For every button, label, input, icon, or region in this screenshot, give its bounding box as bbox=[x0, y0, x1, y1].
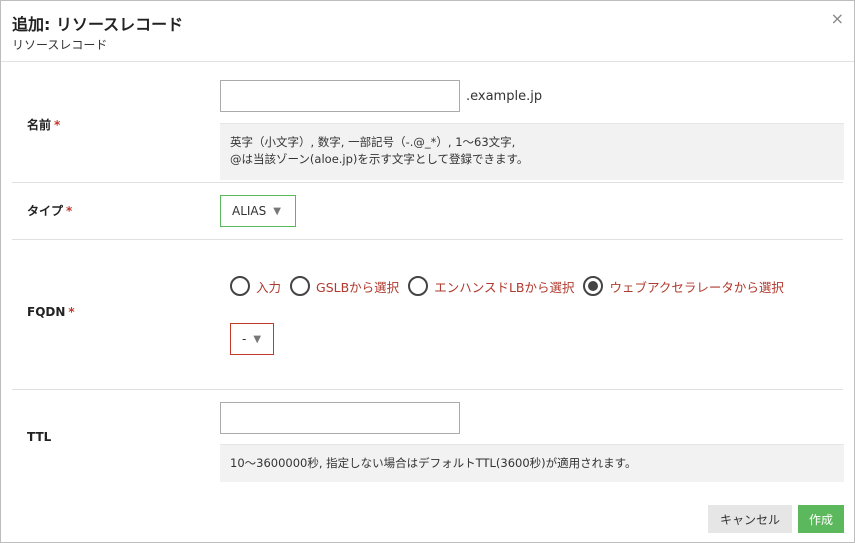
radio-label: 入力 bbox=[256, 279, 282, 295]
type-select-value: ALIAS bbox=[232, 204, 267, 218]
radio-enhanced-lb[interactable]: エンハンスドLBから選択 bbox=[408, 276, 574, 296]
radio-circle-icon bbox=[408, 276, 429, 296]
name-help: 英字（小文字）, 数字, 一部記号（-.@_*）, 1～63文字, @は当該ゾー… bbox=[220, 123, 844, 180]
name-label-text: 名前 bbox=[27, 118, 52, 132]
dialog-subtitle: リソースレコード bbox=[12, 38, 108, 52]
fqdn-label-text: FQDN bbox=[27, 305, 66, 319]
radio-checked-icon bbox=[583, 276, 604, 296]
close-icon[interactable]: × bbox=[831, 10, 844, 28]
type-label-text: タイプ bbox=[27, 204, 64, 218]
type-label: タイプ * bbox=[27, 202, 72, 219]
chevron-down-icon: ▼ bbox=[253, 333, 262, 345]
radio-gslb[interactable]: GSLBから選択 bbox=[290, 276, 399, 296]
domain-suffix: .example.jp bbox=[466, 89, 543, 104]
fqdn-label: FQDN * bbox=[27, 305, 75, 319]
ttl-label: TTL bbox=[27, 430, 52, 444]
name-help-line2: @は当該ゾーン(aloe.jp)を示す文字として登録できます。 bbox=[230, 152, 529, 166]
radio-circle-icon bbox=[230, 276, 250, 296]
radio-label: ウェブアクセラレータから選択 bbox=[609, 279, 784, 295]
radio-dot bbox=[588, 281, 599, 291]
fqdn-select-value: - bbox=[242, 332, 247, 346]
fqdn-source-radio-group: 入力 GSLBから選択 エンハンスドLBから選択 ウェブアクセラレータから選択 bbox=[230, 276, 793, 296]
type-select[interactable]: ALIAS ▼ bbox=[220, 195, 296, 227]
name-help-line1: 英字（小文字）, 数字, 一部記号（-.@_*）, 1～63文字, bbox=[230, 135, 516, 149]
add-resource-record-dialog: 追加: リソースレコード リソースレコード × 名前 * .example.jp … bbox=[0, 0, 855, 543]
fqdn-row: FQDN * 入力 GSLBから選択 エンハンスドLBから選択 ウェブアクセラレー… bbox=[12, 240, 843, 390]
radio-circle-icon bbox=[290, 276, 311, 296]
name-label: 名前 * bbox=[27, 116, 60, 133]
radio-label: GSLBから選択 bbox=[316, 279, 400, 295]
required-mark: * bbox=[66, 204, 73, 218]
type-row: タイプ * ALIAS ▼ bbox=[12, 183, 843, 240]
chevron-down-icon: ▼ bbox=[273, 205, 281, 217]
radio-label: エンハンスドLBから選択 bbox=[434, 279, 575, 295]
dialog-title: 追加: リソースレコード bbox=[12, 15, 184, 34]
ttl-row: TTL 10～3600000秒, 指定しない場合はデフォルトTTL(3600秒)… bbox=[12, 390, 844, 490]
required-mark: * bbox=[68, 305, 75, 319]
cancel-button[interactable]: キャンセル bbox=[708, 505, 792, 533]
name-row: 名前 * .example.jp 英字（小文字）, 数字, 一部記号（-.@_*）… bbox=[12, 62, 844, 183]
ttl-input[interactable] bbox=[220, 402, 460, 434]
required-mark: * bbox=[54, 118, 61, 132]
radio-web-accelerator[interactable]: ウェブアクセラレータから選択 bbox=[583, 276, 784, 296]
create-button[interactable]: 作成 bbox=[798, 505, 844, 533]
name-input[interactable] bbox=[220, 80, 460, 112]
ttl-help: 10～3600000秒, 指定しない場合はデフォルトTTL(3600秒)が適用さ… bbox=[220, 444, 844, 482]
fqdn-select[interactable]: - ▼ bbox=[230, 323, 274, 355]
radio-input[interactable]: 入力 bbox=[230, 276, 281, 296]
